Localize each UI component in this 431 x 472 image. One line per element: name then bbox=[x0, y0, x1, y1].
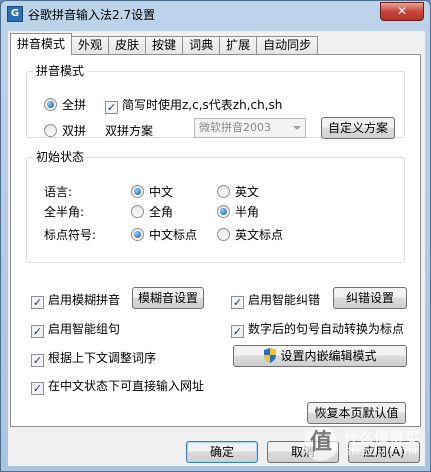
auto-period-label: 数字后的句号自动转换为标点 bbox=[248, 322, 405, 336]
full-width-label: 全角 bbox=[149, 205, 174, 219]
dialog-client: 拼音模式 外观 皮肤 按键 词典 扩展 自动同步 拼音模式 全拼 ✓ 简写时使用z… bbox=[8, 31, 425, 466]
abbrev-label: 简写时使用z,c,s代表zh,ch,sh bbox=[122, 98, 283, 112]
restore-defaults-button[interactable]: 恢复本页默认值 bbox=[307, 402, 406, 424]
watermark-text: 什么值得买 bbox=[344, 429, 420, 447]
fuzzy-label: 启用模糊拼音 bbox=[48, 293, 121, 307]
group-title-initial-state: 初始状态 bbox=[33, 150, 88, 164]
radio-dot bbox=[44, 98, 57, 111]
watermark-domain: SMZDM.COM bbox=[344, 447, 418, 458]
ok-button[interactable]: 确定 bbox=[186, 441, 258, 463]
full-width-radio[interactable]: 全角 bbox=[131, 203, 173, 220]
chevron-down-icon bbox=[293, 126, 301, 130]
watermark-icon: 值 bbox=[304, 427, 338, 461]
lang-english-label: 英文 bbox=[235, 185, 260, 199]
radio-dot bbox=[131, 205, 144, 218]
smart-correct-label: 启用智能纠错 bbox=[248, 293, 321, 307]
punct-english-radio[interactable]: 英文标点 bbox=[217, 226, 283, 243]
width-label: 全半角: bbox=[44, 205, 85, 219]
punct-label: 标点符号: bbox=[44, 228, 97, 242]
watermark-logo: 值 什么值得买 SMZDM.COM bbox=[304, 425, 424, 465]
tab-strip: 拼音模式 外观 皮肤 按键 词典 扩展 自动同步 bbox=[10, 33, 319, 55]
radio-dot bbox=[131, 228, 144, 241]
title-bar[interactable]: G 谷歌拼音输入法2.7设置 ✕ bbox=[1, 1, 430, 27]
lang-english-radio[interactable]: 英文 bbox=[217, 183, 259, 200]
radio-dot bbox=[217, 228, 230, 241]
close-button[interactable]: ✕ bbox=[380, 2, 424, 21]
embedded-button-label: 设置内嵌编辑模式 bbox=[280, 349, 377, 363]
url-input-checkbox[interactable]: ✓ 在中文状态下可直接输入网址 bbox=[31, 377, 204, 395]
checkbox-checkmark: ✓ bbox=[31, 382, 44, 395]
fuzzy-pinyin-checkbox[interactable]: ✓ 启用模糊拼音 bbox=[31, 291, 120, 309]
tab-panel-pinyin-mode: 拼音模式 全拼 ✓ 简写时使用z,c,s代表zh,ch,sh 双拼 双拼方案 微软… bbox=[10, 54, 421, 427]
checkbox-checkmark: ✓ bbox=[31, 354, 44, 367]
lang-chinese-radio[interactable]: 中文 bbox=[131, 183, 173, 200]
radio-dot bbox=[217, 185, 230, 198]
punct-english-label: 英文标点 bbox=[235, 228, 284, 242]
shuangpin-label: 双拼 bbox=[62, 124, 87, 138]
shuangpin-scheme-select[interactable]: 微软拼音2003 bbox=[194, 118, 306, 138]
smart-correct-checkbox[interactable]: ✓ 启用智能纠错 bbox=[231, 291, 320, 309]
url-input-label: 在中文状态下可直接输入网址 bbox=[48, 379, 205, 393]
group-title-pinyin-mode: 拼音模式 bbox=[33, 64, 88, 78]
half-width-label: 半角 bbox=[235, 205, 260, 219]
checkbox-checkmark: ✓ bbox=[105, 101, 118, 114]
tab-auto-sync[interactable]: 自动同步 bbox=[256, 36, 319, 55]
window-title: 谷歌拼音输入法2.7设置 bbox=[28, 8, 156, 22]
tab-extensions[interactable]: 扩展 bbox=[219, 36, 258, 55]
context-adjust-checkbox[interactable]: ✓ 根据上下文调整词序 bbox=[31, 349, 156, 367]
full-pinyin-label: 全拼 bbox=[62, 98, 87, 112]
correct-settings-button[interactable]: 纠错设置 bbox=[333, 287, 407, 309]
tab-skin[interactable]: 皮肤 bbox=[108, 36, 147, 55]
context-adjust-label: 根据上下文调整词序 bbox=[48, 351, 157, 365]
smart-phrase-label: 启用智能组句 bbox=[48, 322, 121, 336]
full-pinyin-radio[interactable]: 全拼 bbox=[44, 96, 86, 113]
settings-window: G 谷歌拼音输入法2.7设置 ✕ 拼音模式 外观 皮肤 按键 词典 扩展 自动同… bbox=[0, 0, 431, 472]
language-label: 语言: bbox=[44, 185, 73, 199]
checkbox-checkmark: ✓ bbox=[231, 325, 244, 338]
punct-chinese-radio[interactable]: 中文标点 bbox=[131, 226, 197, 243]
checkbox-checkmark: ✓ bbox=[31, 296, 44, 309]
fuzzy-settings-button[interactable]: 模糊音设置 bbox=[132, 287, 204, 309]
tab-keys[interactable]: 按键 bbox=[145, 36, 184, 55]
tab-pinyin-mode[interactable]: 拼音模式 bbox=[10, 33, 73, 55]
radio-dot bbox=[217, 205, 230, 218]
custom-scheme-button[interactable]: 自定义方案 bbox=[321, 117, 395, 139]
scheme-label: 双拼方案 bbox=[105, 124, 154, 138]
punct-chinese-label: 中文标点 bbox=[149, 228, 198, 242]
abbrev-checkbox[interactable]: ✓ 简写时使用z,c,s代表zh,ch,sh bbox=[105, 96, 282, 114]
auto-period-checkbox[interactable]: ✓ 数字后的句号自动转换为标点 bbox=[231, 320, 404, 338]
embedded-edit-mode-button[interactable]: 设置内嵌编辑模式 bbox=[233, 345, 407, 367]
checkbox-checkmark: ✓ bbox=[31, 325, 44, 338]
checkbox-checkmark: ✓ bbox=[231, 296, 244, 309]
scheme-value: 微软拼音2003 bbox=[199, 121, 271, 134]
radio-dot bbox=[131, 185, 144, 198]
lang-chinese-label: 中文 bbox=[149, 185, 174, 199]
half-width-radio[interactable]: 半角 bbox=[217, 203, 259, 220]
app-icon: G bbox=[7, 6, 23, 22]
shuangpin-radio[interactable]: 双拼 bbox=[44, 122, 86, 139]
radio-dot bbox=[44, 124, 57, 137]
uac-shield-icon bbox=[264, 348, 277, 363]
smart-phrase-checkbox[interactable]: ✓ 启用智能组句 bbox=[31, 320, 120, 338]
tab-dictionary[interactable]: 词典 bbox=[182, 36, 221, 55]
tab-appearance[interactable]: 外观 bbox=[71, 36, 110, 55]
